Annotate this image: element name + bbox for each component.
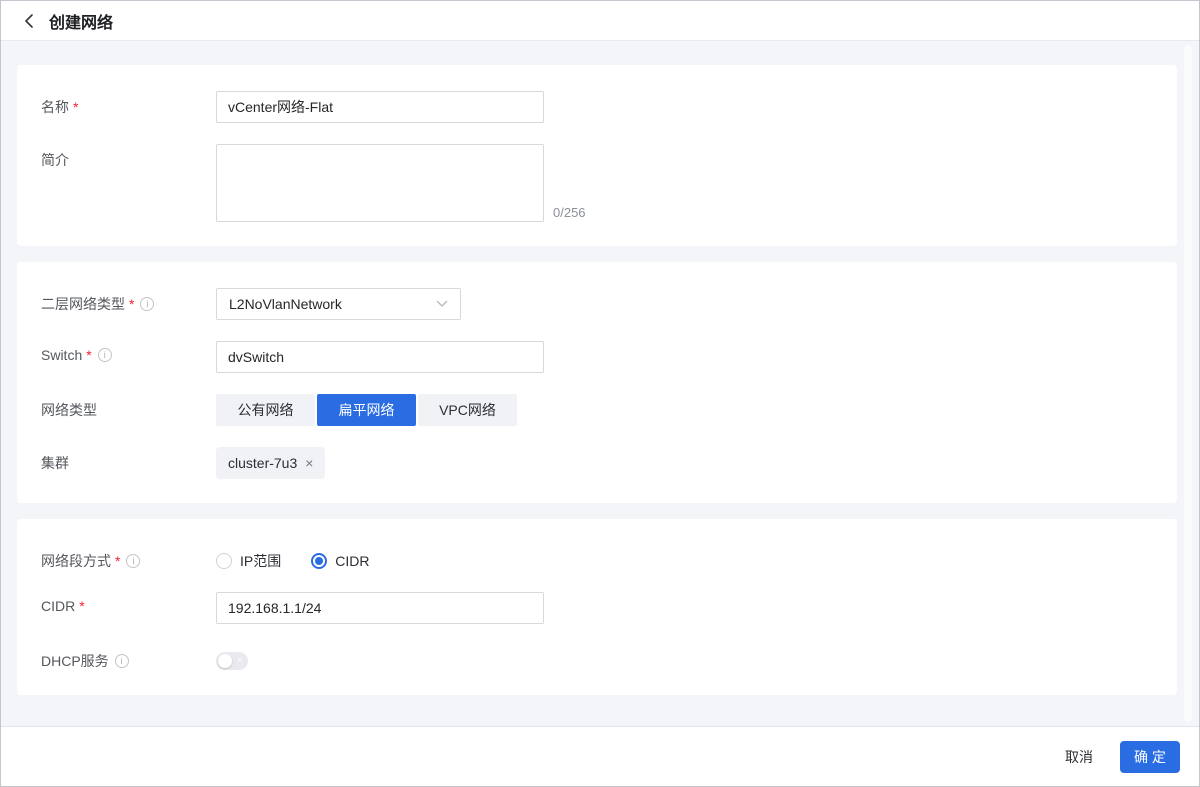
- l2-type-label: 二层网络类型 * i: [41, 288, 216, 314]
- required-mark: *: [73, 99, 78, 115]
- confirm-button[interactable]: 确 定: [1120, 741, 1180, 773]
- info-icon: i: [115, 654, 129, 668]
- create-network-page: 创建网络 名称 * 简介 0/256: [0, 0, 1200, 787]
- segment-flat-network[interactable]: 扁平网络: [317, 394, 416, 426]
- description-textarea[interactable]: [216, 144, 544, 222]
- segment-vpc-network[interactable]: VPC网络: [418, 394, 517, 426]
- cidr-input[interactable]: [216, 592, 544, 624]
- name-row: 名称 *: [41, 91, 1153, 123]
- radio-ip-range[interactable]: IP范围: [216, 551, 281, 571]
- cluster-label: 集群: [41, 447, 216, 473]
- cluster-row: 集群 cluster-7u3 ×: [41, 447, 1153, 479]
- page-header: 创建网络: [1, 1, 1199, 41]
- chevron-down-icon: [436, 300, 448, 308]
- char-counter: 0/256: [553, 205, 586, 222]
- segment-public-network[interactable]: 公有网络: [216, 394, 315, 426]
- dhcp-label: DHCP服务 i: [41, 645, 216, 671]
- page-footer: 取消 确 定: [1, 726, 1199, 786]
- back-icon[interactable]: [21, 13, 37, 29]
- radio-cidr[interactable]: CIDR: [311, 553, 369, 569]
- segment-method-radios: IP范围 CIDR: [216, 545, 369, 571]
- network-type-row: 网络类型 公有网络 扁平网络 VPC网络: [41, 394, 1153, 426]
- l2-type-value: L2NoVlanNetwork: [229, 296, 342, 312]
- description-label: 简介: [41, 144, 216, 170]
- page-title: 创建网络: [49, 9, 113, 33]
- info-icon: i: [126, 554, 140, 568]
- segment-method-label: 网络段方式 * i: [41, 545, 216, 571]
- segment-method-row: 网络段方式 * i IP范围 CIDR: [41, 545, 1153, 571]
- tag-close-icon[interactable]: ×: [305, 456, 313, 470]
- scrollbar[interactable]: [1184, 45, 1192, 722]
- cluster-tag-text: cluster-7u3: [228, 455, 297, 471]
- required-mark: *: [115, 553, 120, 569]
- toggle-knob: [218, 654, 232, 668]
- description-row: 简介 0/256: [41, 144, 1153, 222]
- name-label: 名称 *: [41, 91, 216, 117]
- l2-type-row: 二层网络类型 * i L2NoVlanNetwork: [41, 288, 1153, 320]
- network-type-segment: 公有网络 扁平网络 VPC网络: [216, 394, 517, 426]
- cancel-button[interactable]: 取消: [1065, 747, 1093, 767]
- network-segment-card: 网络段方式 * i IP范围 CIDR CIDR: [17, 519, 1177, 695]
- l2-type-select[interactable]: L2NoVlanNetwork: [216, 288, 461, 320]
- name-input[interactable]: [216, 91, 544, 123]
- switch-input[interactable]: [216, 341, 544, 373]
- radio-icon: [216, 553, 232, 569]
- network-type-label: 网络类型: [41, 394, 216, 420]
- info-icon: i: [98, 348, 112, 362]
- cluster-tag: cluster-7u3 ×: [216, 447, 325, 479]
- toggle-off-icon: ×: [237, 656, 243, 666]
- info-icon: i: [140, 297, 154, 311]
- form-content: 名称 * 简介 0/256 二层网络类型 *: [1, 41, 1199, 726]
- dhcp-row: DHCP服务 i ×: [41, 645, 1153, 671]
- switch-label: Switch * i: [41, 341, 216, 363]
- radio-icon: [311, 553, 327, 569]
- dhcp-toggle[interactable]: ×: [216, 652, 248, 670]
- required-mark: *: [86, 347, 91, 363]
- basic-info-card: 名称 * 简介 0/256: [17, 65, 1177, 246]
- cidr-label: CIDR *: [41, 592, 216, 614]
- required-mark: *: [129, 296, 134, 312]
- switch-row: Switch * i: [41, 341, 1153, 373]
- required-mark: *: [79, 598, 84, 614]
- cidr-row: CIDR *: [41, 592, 1153, 624]
- l2-network-card: 二层网络类型 * i L2NoVlanNetwork Switch * i: [17, 262, 1177, 503]
